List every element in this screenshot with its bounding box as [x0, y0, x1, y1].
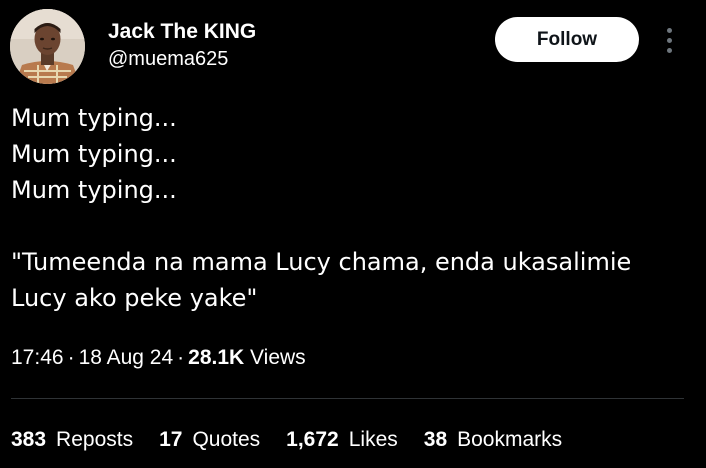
tweet-line: "Tumeenda na mama Lucy chama, enda ukasa…: [11, 248, 632, 276]
likes-stat[interactable]: 1,672 Likes: [286, 426, 398, 454]
views-label: Views: [250, 346, 306, 369]
author-display-name[interactable]: Jack The KING: [108, 20, 256, 44]
tweet-time[interactable]: 17:46: [11, 346, 64, 369]
more-dot: [666, 27, 672, 33]
bookmarks-count: 38: [423, 428, 448, 451]
tweet-line: Mum typing...: [11, 140, 177, 168]
bookmarks-label: Bookmarks: [457, 428, 563, 451]
tweet-meta: 17:46 · 18 Aug 24 · 28.1K Views: [11, 344, 306, 372]
reposts-stat[interactable]: 383 Reposts: [11, 426, 133, 454]
tweet-text: Mum typing... Mum typing... Mum typing..…: [11, 100, 691, 316]
avatar-image: [10, 9, 85, 84]
reposts-count: 383: [11, 428, 47, 451]
author-handle[interactable]: @muema625: [108, 47, 228, 71]
engagement-stats: 383 Reposts 17 Quotes 1,672 Likes 38 Bookmar…: [11, 426, 562, 454]
tweet-line: Mum typing...: [11, 176, 177, 204]
bookmarks-stat[interactable]: 38 Bookmarks: [424, 426, 562, 454]
more-dot: [666, 37, 672, 43]
likes-count: 1,672: [286, 428, 339, 451]
follow-button[interactable]: Follow: [495, 17, 639, 62]
quotes-stat[interactable]: 17 Quotes: [159, 426, 260, 454]
more-dot: [666, 47, 672, 53]
meta-separator: ·: [67, 346, 75, 369]
tweet-line: Lucy ako peke yake": [11, 284, 258, 312]
meta-separator: ·: [177, 346, 185, 369]
views-count: 28.1K: [188, 346, 245, 369]
more-vertical-icon[interactable]: [659, 24, 679, 56]
avatar[interactable]: [10, 9, 85, 84]
divider: [11, 398, 684, 399]
tweet-line: Mum typing...: [11, 104, 177, 132]
tweet-date[interactable]: 18 Aug 24: [79, 346, 174, 369]
quotes-count: 17: [159, 428, 183, 451]
likes-label: Likes: [348, 428, 398, 451]
reposts-label: Reposts: [56, 428, 134, 451]
quotes-label: Quotes: [192, 428, 261, 451]
